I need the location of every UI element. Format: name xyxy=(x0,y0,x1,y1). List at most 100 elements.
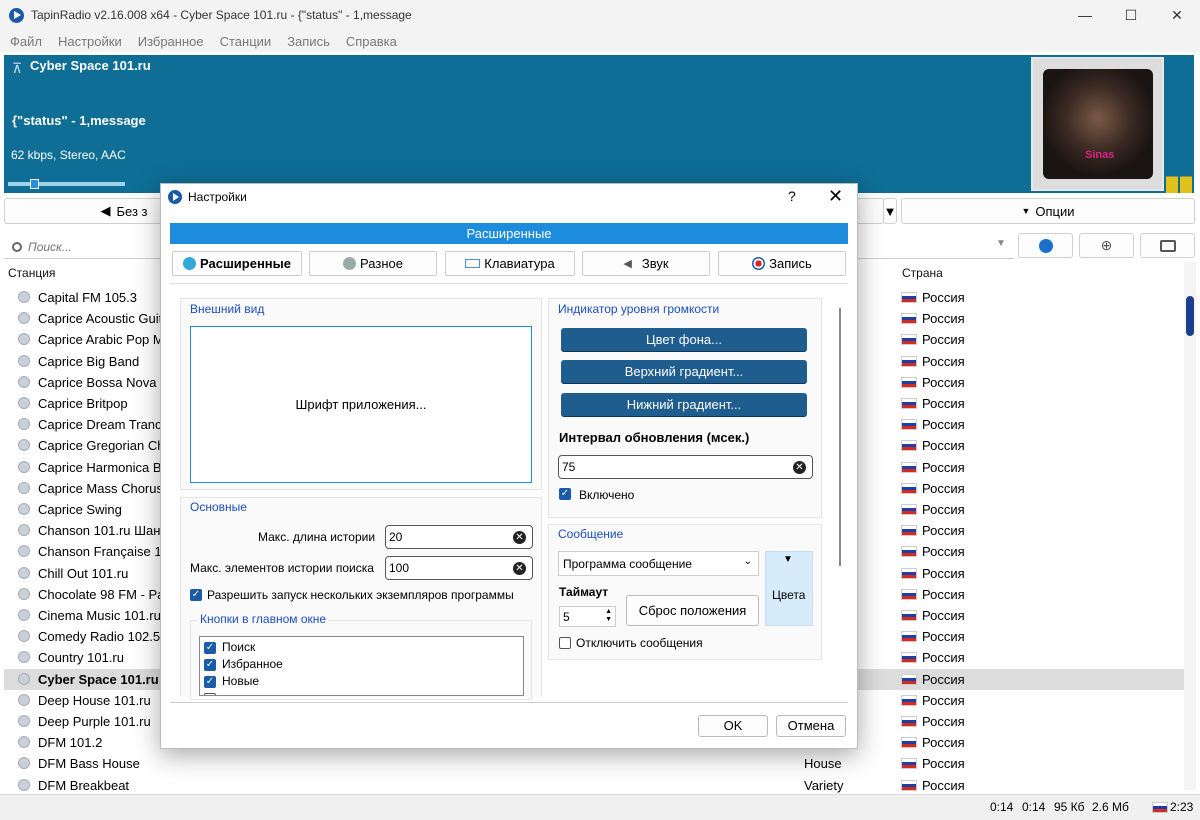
chevron-down-icon: ▼ xyxy=(783,554,793,565)
close-button[interactable]: ✕ xyxy=(1154,0,1200,30)
station-icon xyxy=(18,566,30,579)
tab-advanced[interactable]: Расширенные xyxy=(172,251,302,276)
station-name: Chocolate 98 FM - Pa xyxy=(38,586,165,602)
vu-bg-color-button[interactable]: Цвет фона... xyxy=(561,328,807,351)
history-length-input[interactable]: 20 ✕ xyxy=(385,525,533,549)
station-icon xyxy=(18,291,30,303)
record-view-button[interactable] xyxy=(1140,233,1195,258)
search-history-input[interactable]: 100 ✕ xyxy=(385,556,533,580)
add-station-button[interactable]: ⊕ xyxy=(1079,233,1134,258)
clear-icon[interactable]: ✕ xyxy=(513,562,526,575)
column-header-station[interactable]: Станция xyxy=(8,266,55,280)
status-buffer: 0:14 xyxy=(1022,800,1046,814)
disable-messages-checkbox[interactable] xyxy=(559,637,571,649)
sound-dropdown-arrow[interactable]: ▼ xyxy=(883,198,897,224)
basic-label: Основные xyxy=(190,500,247,514)
station-country: Россия xyxy=(922,374,965,390)
menu-help[interactable]: Справка xyxy=(338,34,405,49)
station-icon xyxy=(18,545,30,558)
timeout-label: Таймаут xyxy=(559,585,609,599)
minimize-button[interactable]: — xyxy=(1062,0,1108,30)
vu-enabled-checkbox[interactable]: ✓ xyxy=(559,488,571,500)
dialog-scrollbar[interactable] xyxy=(839,308,841,566)
find-button[interactable] xyxy=(1018,233,1073,258)
cancel-button[interactable]: Отмена xyxy=(776,715,846,737)
ok-button[interactable]: OK xyxy=(698,715,768,737)
search-dropdown-icon[interactable]: ▼ xyxy=(996,238,1006,249)
main-buttons-list[interactable]: ✓ Поиск ✓ Избранное ✓ Новые xyxy=(199,636,524,696)
station-genre: House xyxy=(804,756,842,772)
station-name: Caprice Mass Chorus xyxy=(38,480,163,496)
tab-sound[interactable]: ◀ Звук xyxy=(582,251,710,276)
station-country: Россия xyxy=(922,480,965,496)
dialog-app-icon xyxy=(168,190,182,204)
main-buttons-label: Кнопки в главном окне xyxy=(198,612,329,626)
dialog-close-button[interactable]: ✕ xyxy=(828,186,843,207)
volume-slider[interactable] xyxy=(8,182,125,186)
station-country: Россия xyxy=(922,544,965,560)
dialog-help-button[interactable]: ? xyxy=(788,188,796,204)
station-country: Россия xyxy=(922,502,965,517)
tab-misc[interactable]: Разное xyxy=(309,251,437,276)
station-name: Chanson Française 10 xyxy=(38,544,169,560)
list-scrollbar-thumb[interactable] xyxy=(1186,296,1194,336)
vu-bottom-gradient-button[interactable]: Нижний градиент... xyxy=(561,393,807,416)
station-row[interactable]: DFM Bass House House Россия xyxy=(4,753,1184,774)
timeout-stepper[interactable]: 5 ▲ ▼ xyxy=(559,606,616,627)
antenna-add-icon: ⊕ xyxy=(1100,237,1113,253)
list-scrollbar[interactable] xyxy=(1184,262,1196,790)
column-header-country[interactable]: Страна xyxy=(902,266,943,280)
message-type-select[interactable]: Программа сообщение ⌄ xyxy=(558,551,759,576)
station-country: Россия xyxy=(922,735,965,751)
station-icon xyxy=(18,715,30,727)
speaker-icon: ◀ xyxy=(100,203,111,218)
monitor-icon xyxy=(1159,239,1176,252)
button-search-label: Поиск xyxy=(222,640,256,654)
button-favorites-checkbox[interactable]: ✓ xyxy=(204,659,216,671)
button-search-checkbox[interactable]: ✓ xyxy=(204,642,216,654)
maximize-button[interactable]: ☐ xyxy=(1108,0,1154,30)
tab-keyboard[interactable]: Клавиатура xyxy=(445,251,575,276)
station-country: Россия xyxy=(922,692,965,708)
tab-record[interactable]: Запись xyxy=(718,251,846,276)
station-name: Caprice Bossa Nova xyxy=(38,374,157,390)
russia-flag-icon xyxy=(901,779,917,791)
station-name: DFM Bass House xyxy=(38,756,140,772)
russia-flag-icon xyxy=(901,716,917,727)
vu-meter-right xyxy=(1180,57,1192,193)
clear-icon[interactable]: ✕ xyxy=(793,461,806,474)
menu-stations[interactable]: Станции xyxy=(212,34,280,49)
now-playing-station: Cyber Space 101.ru xyxy=(30,58,151,73)
station-row[interactable]: DFM Breakbeat Variety Россия xyxy=(4,775,1184,796)
station-country: Россия xyxy=(922,290,965,305)
stepper-arrows-icon[interactable]: ▲ ▼ xyxy=(605,608,612,624)
station-icon xyxy=(18,693,30,706)
multi-instance-checkbox[interactable]: ✓ xyxy=(190,589,202,601)
title-bar: TapinRadio v2.16.008 x64 - Cyber Space 1… xyxy=(0,0,1200,30)
options-button[interactable]: ▼ Опции xyxy=(901,198,1195,224)
volume-slider-knob[interactable] xyxy=(30,179,39,189)
button-extra-checkbox[interactable] xyxy=(204,693,216,695)
reset-position-button[interactable]: Сброс положения xyxy=(626,595,759,626)
station-name: Cinema Music 101.ru xyxy=(38,608,161,623)
station-country: Россия xyxy=(922,332,965,348)
clear-icon[interactable]: ✕ xyxy=(513,531,526,544)
app-font-button[interactable]: Шрифт приложения... xyxy=(190,326,532,483)
vu-interval-input[interactable]: 75 ✕ xyxy=(558,455,813,479)
button-new-checkbox[interactable]: ✓ xyxy=(204,676,216,688)
russia-flag-icon xyxy=(901,334,917,346)
status-clock: 2:23 xyxy=(1170,800,1194,814)
menu-settings[interactable]: Настройки xyxy=(50,34,130,49)
vu-top-gradient-button[interactable]: Верхний градиент... xyxy=(561,360,807,383)
station-icon xyxy=(18,418,30,431)
window-title: TapinRadio v2.16.008 x64 - Cyber Space 1… xyxy=(31,8,412,22)
colors-button[interactable]: ▼ Цвета xyxy=(765,551,813,626)
vu-interval-label: Интервал обновления (мсек.) xyxy=(559,430,750,445)
menu-file[interactable]: Файл xyxy=(2,34,50,49)
status-size-kb: 95 Кб xyxy=(1054,800,1085,814)
menu-record[interactable]: Запись xyxy=(279,34,338,49)
now-playing-panel xyxy=(4,55,1194,193)
menu-favorites[interactable]: Избранное xyxy=(130,34,212,49)
station-name: Caprice Big Band xyxy=(38,353,140,369)
chevron-down-icon: ▼ xyxy=(1021,206,1031,216)
